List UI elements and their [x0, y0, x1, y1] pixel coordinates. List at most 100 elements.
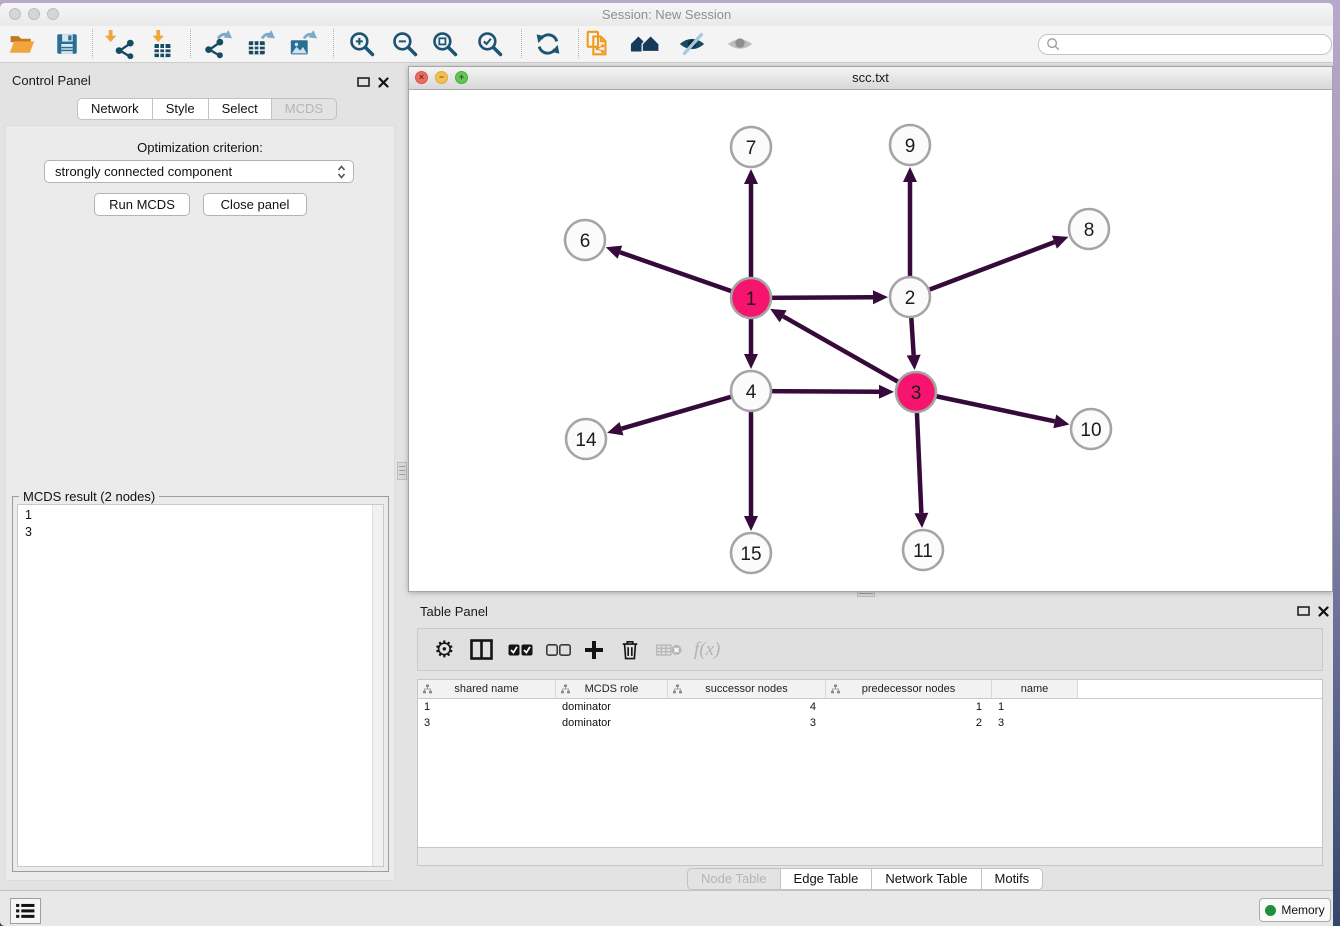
table-settings-icon[interactable]: ⚙ [434, 629, 455, 670]
table-cell[interactable]: 3 [418, 715, 556, 731]
graph-edge-3-10[interactable] [916, 392, 1069, 428]
graph-edge-3-1[interactable] [770, 309, 916, 392]
table-row[interactable]: 3dominator323 [418, 715, 1322, 731]
splitter-grip[interactable] [397, 462, 407, 480]
save-session-icon[interactable] [52, 29, 82, 59]
export-image-icon[interactable] [288, 29, 318, 59]
zoom-in-icon[interactable] [347, 29, 377, 59]
column-header-successor-nodes[interactable]: successor nodes [668, 680, 826, 698]
tab-motifs[interactable]: Motifs [981, 868, 1044, 890]
add-column-icon[interactable] [584, 629, 604, 670]
svg-text:2: 2 [905, 288, 916, 309]
refresh-view-icon[interactable] [533, 29, 563, 59]
run-mcds-button[interactable]: Run MCDS [94, 193, 190, 216]
split-panel-icon[interactable] [470, 629, 493, 670]
graph-node-3[interactable]: 3 [896, 372, 936, 412]
graph-edge-4-3[interactable] [751, 385, 894, 399]
zoom-selected-icon[interactable] [475, 29, 505, 59]
status-bar: Memory [0, 890, 1333, 926]
zoom-out-icon[interactable] [390, 29, 420, 59]
table-cell[interactable]: 3 [992, 715, 1078, 731]
main-toolbar [0, 26, 1333, 63]
table-cell[interactable]: 1 [418, 699, 556, 715]
table-cell[interactable]: 1 [826, 699, 992, 715]
column-header-shared-name[interactable]: shared name [418, 680, 556, 698]
close-panel-icon[interactable] [1318, 604, 1329, 622]
control-panel-tabs: Network Style Select MCDS [77, 98, 337, 120]
table-panel-title: Table Panel [420, 604, 488, 619]
select-all-columns-icon[interactable] [508, 629, 533, 670]
float-panel-icon[interactable] [1297, 604, 1310, 622]
table-cell[interactable]: 4 [668, 699, 826, 715]
table-row[interactable]: 1dominator411 [418, 699, 1322, 715]
table-horizontal-scrollbar[interactable] [417, 848, 1323, 866]
graph-node-2[interactable]: 2 [890, 277, 930, 317]
column-header-MCDS-role[interactable]: MCDS role [556, 680, 668, 698]
graph-node-14[interactable]: 14 [566, 419, 606, 459]
graph-node-4[interactable]: 4 [731, 371, 771, 411]
graph-edge-2-8[interactable] [910, 236, 1068, 297]
result-scrollbar[interactable] [372, 505, 383, 866]
node-table: shared nameMCDS rolesuccessor nodesprede… [417, 679, 1323, 848]
tab-style[interactable]: Style [152, 98, 209, 120]
tab-node-table[interactable]: Node Table [687, 868, 781, 890]
graph-node-1[interactable]: 1 [731, 278, 771, 318]
close-panel-icon[interactable] [378, 75, 389, 93]
network-window-titlebar[interactable]: × − + scc.txt [409, 67, 1332, 90]
chevron-up-down-icon [337, 164, 353, 180]
svg-text:3: 3 [911, 383, 922, 404]
tab-select[interactable]: Select [208, 98, 272, 120]
graph-node-7[interactable]: 7 [731, 127, 771, 167]
list-icon [16, 903, 35, 919]
show-graphics-details-icon[interactable] [725, 29, 755, 59]
svg-text:14: 14 [575, 430, 597, 451]
function-builder-icon[interactable]: f(x) [694, 629, 720, 670]
memory-button[interactable]: Memory [1259, 898, 1331, 922]
tab-network[interactable]: Network [77, 98, 153, 120]
table-header-row: shared nameMCDS rolesuccessor nodesprede… [418, 680, 1322, 699]
mcds-result-text-area[interactable]: 1 3 [17, 504, 384, 867]
task-history-button[interactable] [10, 898, 41, 924]
graph-node-11[interactable]: 11 [903, 530, 943, 570]
graph-canvas[interactable]: 7 9 6 8 1 2 4 3 14 10 15 11 [410, 89, 1331, 590]
graph-node-6[interactable]: 6 [565, 220, 605, 260]
import-network-icon[interactable] [105, 29, 135, 59]
open-session-icon[interactable] [7, 29, 37, 59]
table-cell[interactable]: dominator [556, 715, 668, 731]
table-cell[interactable]: 2 [826, 715, 992, 731]
tab-edge-table[interactable]: Edge Table [780, 868, 873, 890]
copy-network-icon[interactable] [583, 29, 613, 59]
deselect-all-columns-icon[interactable] [546, 629, 571, 670]
table-cell[interactable]: 1 [992, 699, 1078, 715]
graph-edge-4-14[interactable] [607, 391, 751, 435]
zoom-fit-icon[interactable] [430, 29, 460, 59]
graph-node-9[interactable]: 9 [890, 125, 930, 165]
tab-network-table[interactable]: Network Table [871, 868, 981, 890]
svg-text:15: 15 [740, 544, 761, 565]
hide-graphics-details-icon[interactable] [677, 29, 707, 59]
criterion-select[interactable]: strongly connected component [44, 160, 354, 183]
graph-node-8[interactable]: 8 [1069, 209, 1109, 249]
graph-edge-1-6[interactable] [606, 246, 751, 298]
column-header-predecessor-nodes[interactable]: predecessor nodes [826, 680, 992, 698]
close-panel-button[interactable]: Close panel [203, 193, 307, 216]
float-panel-icon[interactable] [357, 75, 370, 93]
table-cell[interactable]: 3 [668, 715, 826, 731]
svg-text:6: 6 [580, 231, 591, 252]
delete-column-icon[interactable] [620, 629, 640, 670]
export-network-icon[interactable] [203, 29, 233, 59]
column-header-name[interactable]: name [992, 680, 1078, 698]
table-toolbar: ⚙ f(x) [417, 628, 1323, 671]
table-cell[interactable]: dominator [556, 699, 668, 715]
table-body: 1dominator4113dominator323 [418, 699, 1322, 731]
tab-mcds[interactable]: MCDS [271, 98, 337, 120]
graph-node-10[interactable]: 10 [1071, 409, 1111, 449]
network-window-title: scc.txt [409, 70, 1332, 85]
home-views-icon[interactable] [630, 29, 660, 59]
import-table-icon[interactable] [147, 29, 177, 59]
svg-text:8: 8 [1084, 220, 1095, 241]
graph-node-15[interactable]: 15 [731, 533, 771, 573]
search-input[interactable] [1061, 37, 1331, 52]
delete-table-icon[interactable] [656, 629, 682, 670]
export-table-icon[interactable] [246, 29, 276, 59]
